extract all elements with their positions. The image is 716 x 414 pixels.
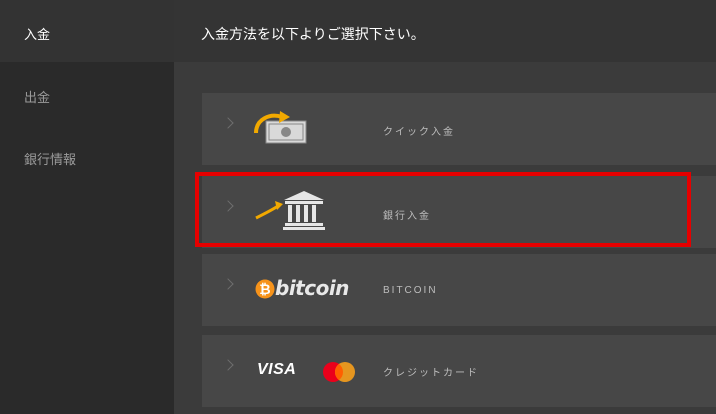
bank-icon	[255, 191, 325, 230]
visa-logo: VISA	[257, 361, 297, 378]
sidebar: 入金 出金 銀行情報	[0, 0, 174, 414]
mastercard-logo	[323, 362, 355, 382]
main-header: 入金方法を以下よりご選択下さい。	[174, 0, 716, 62]
page-title: 入金方法を以下よりご選択下さい。	[201, 26, 425, 42]
svg-text:₿: ₿	[259, 282, 270, 298]
bitcoin-icon: ₿	[255, 279, 275, 299]
method-label-credit-card: クレジットカード	[383, 368, 479, 379]
method-quick-deposit[interactable]: クイック入金	[202, 93, 716, 165]
chevron-right-icon	[222, 200, 234, 212]
method-bitcoin[interactable]: ₿ bitcoin BITCOIN	[202, 254, 716, 326]
quick-deposit-icon	[254, 111, 307, 144]
method-label-bitcoin: BITCOIN	[383, 285, 438, 296]
chevron-right-icon	[222, 278, 234, 290]
sidebar-item-bank-info[interactable]: 銀行情報	[0, 149, 174, 168]
method-credit-card[interactable]: VISA クレジットカード	[202, 335, 716, 407]
chevron-right-icon	[222, 117, 234, 129]
method-label-bank-deposit: 銀行入金	[383, 211, 431, 222]
chevron-right-icon	[222, 359, 234, 371]
method-bank-deposit[interactable]: 銀行入金	[202, 176, 716, 248]
bitcoin-logo: bitcoin	[275, 276, 349, 300]
sidebar-item-withdraw[interactable]: 出金	[0, 87, 174, 106]
method-label-quick-deposit: クイック入金	[383, 127, 455, 138]
sidebar-item-deposit[interactable]: 入金	[0, 24, 174, 43]
